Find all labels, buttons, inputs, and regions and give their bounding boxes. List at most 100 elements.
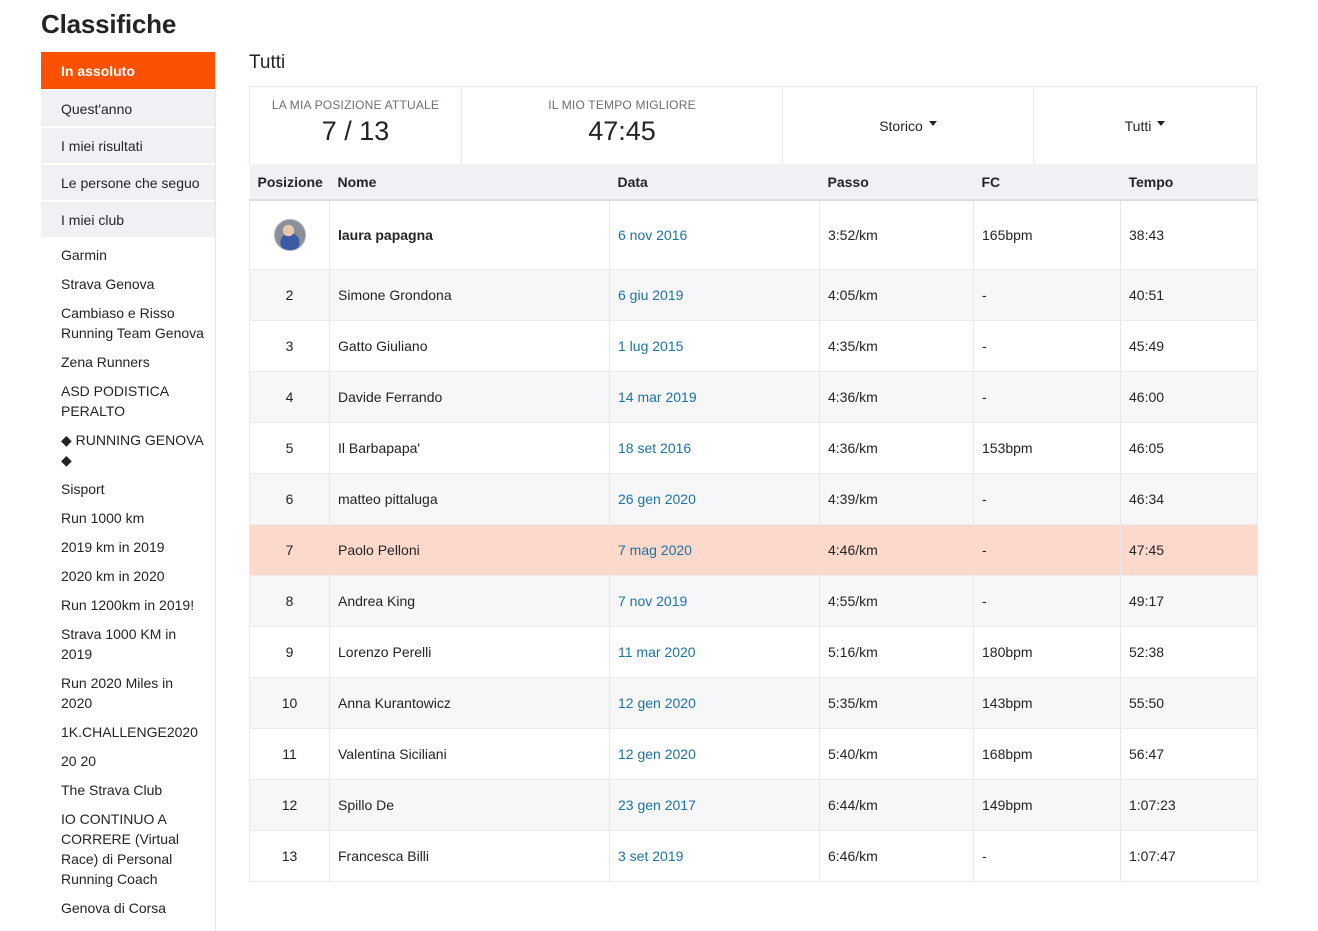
- athlete-name[interactable]: Anna Kurantowicz: [329, 677, 610, 729]
- position-cell: 5: [249, 422, 330, 474]
- sidebar-tab[interactable]: In assoluto: [41, 52, 215, 89]
- date-cell-link[interactable]: 6 nov 2016: [618, 227, 687, 243]
- date-cell: 14 mar 2019: [609, 371, 820, 423]
- position-cell: 6: [249, 473, 330, 525]
- athlete-name[interactable]: Paolo Pelloni: [329, 524, 610, 576]
- date-cell-link[interactable]: 14 mar 2019: [618, 389, 697, 405]
- date-cell-link[interactable]: 1 lug 2015: [618, 338, 683, 354]
- header-pace[interactable]: Passo: [820, 164, 974, 200]
- date-cell-link[interactable]: 12 gen 2020: [618, 695, 696, 711]
- club-item[interactable]: Genova di Corsa: [41, 898, 215, 918]
- athlete-name[interactable]: Francesca Billi: [329, 830, 610, 882]
- athlete-name[interactable]: Spillo De: [329, 779, 610, 831]
- leaderboard-table: Posizione Nome Data Passo FC Tempo laura…: [249, 164, 1258, 882]
- club-item[interactable]: ◆ RUNNING GENOVA ◆: [41, 430, 215, 470]
- date-cell-link[interactable]: 23 gen 2017: [618, 797, 696, 813]
- date-cell: 6 giu 2019: [609, 269, 820, 321]
- club-item[interactable]: Strava Genova: [41, 274, 215, 294]
- club-item[interactable]: Run 1200km in 2019!: [41, 595, 215, 615]
- date-cell: 12 gen 2020: [609, 728, 820, 780]
- filter-dropdown[interactable]: Tutti: [1034, 87, 1256, 164]
- history-dropdown-label: Storico: [879, 117, 923, 134]
- athlete-name[interactable]: Il Barbapapa': [329, 422, 610, 474]
- position-cell: 7: [249, 524, 330, 576]
- header-date[interactable]: Data: [610, 164, 820, 200]
- history-dropdown[interactable]: Storico: [783, 87, 1034, 164]
- club-item[interactable]: 2020 km in 2020: [41, 566, 215, 586]
- hr-cell: -: [973, 269, 1121, 321]
- club-item[interactable]: 1K.CHALLENGE2020: [41, 722, 215, 742]
- athlete-name[interactable]: Simone Grondona: [329, 269, 610, 321]
- table-row: 13 Francesca Billi 3 set 2019 6:46/km -1:07:…: [249, 830, 1258, 882]
- summary-bar: LA MIA POSIZIONE ATTUALE 7 / 13 IL MIO T…: [249, 86, 1257, 164]
- date-cell-link[interactable]: 11 mar 2020: [618, 644, 696, 660]
- hr-cell: -: [973, 575, 1121, 627]
- pace-cell: 4:39/km: [819, 473, 974, 525]
- sidebar-tab[interactable]: Le persone che seguo: [41, 165, 215, 200]
- pace-cell: 5:16/km: [819, 626, 974, 678]
- athlete-name[interactable]: Davide Ferrando: [329, 371, 610, 423]
- club-item[interactable]: Run 1000 km: [41, 508, 215, 528]
- club-item[interactable]: Strava 1000 KM in 2019: [41, 624, 215, 664]
- section-title: Tutti: [249, 52, 286, 73]
- pace-cell: 6:46/km: [819, 830, 974, 882]
- club-item[interactable]: Zena Runners: [41, 352, 215, 372]
- club-item[interactable]: Cambiaso e Risso Running Team Genova: [41, 303, 215, 343]
- table-row: 6 matteo pittaluga 26 gen 2020 4:39/km -46:3…: [249, 473, 1258, 525]
- header-name[interactable]: Nome: [330, 164, 610, 200]
- athlete-name[interactable]: Lorenzo Perelli: [329, 626, 610, 678]
- position-cell: 10: [249, 677, 330, 729]
- avatar[interactable]: [273, 218, 306, 251]
- position-cell: 3: [249, 320, 330, 372]
- club-item[interactable]: 2019 km in 2019: [41, 537, 215, 557]
- club-item[interactable]: Garmin: [41, 245, 215, 265]
- club-item[interactable]: Sisport: [41, 479, 215, 499]
- pace-cell: 4:36/km: [819, 371, 974, 423]
- club-item[interactable]: Run 2020 Miles in 2020: [41, 673, 215, 713]
- time-cell: 46:34: [1120, 473, 1258, 525]
- sidebar-tabs: In assoluto Quest'anno I miei risultati Le …: [41, 52, 215, 237]
- hr-cell: 143bpm: [973, 677, 1121, 729]
- hr-cell: -: [973, 524, 1121, 576]
- header-position[interactable]: Posizione: [250, 164, 330, 200]
- pace-cell: 4:55/km: [819, 575, 974, 627]
- date-cell: 18 set 2016: [609, 422, 820, 474]
- position-cell: 2: [249, 269, 330, 321]
- sidebar-tab[interactable]: I miei club: [41, 202, 215, 237]
- athlete-name[interactable]: matteo pittaluga: [329, 473, 610, 525]
- date-cell-link[interactable]: 7 mag 2020: [618, 542, 692, 558]
- date-cell-link[interactable]: 6 giu 2019: [618, 287, 683, 303]
- position-cell: 9: [249, 626, 330, 678]
- header-time[interactable]: Tempo: [1121, 164, 1258, 200]
- date-cell-link[interactable]: 3 set 2019: [618, 848, 683, 864]
- sidebar-tab[interactable]: I miei risultati: [41, 128, 215, 163]
- date-cell-link[interactable]: 18 set 2016: [618, 440, 691, 456]
- athlete-name[interactable]: Valentina Siciliani: [329, 728, 610, 780]
- date-cell-link[interactable]: 7 nov 2019: [618, 593, 687, 609]
- time-cell: 55:50: [1120, 677, 1258, 729]
- current-position-card: LA MIA POSIZIONE ATTUALE 7 / 13: [250, 87, 462, 164]
- pace-cell: 6:44/km: [819, 779, 974, 831]
- header-hr[interactable]: FC: [974, 164, 1121, 200]
- hr-cell: -: [973, 473, 1121, 525]
- hr-cell: 149bpm: [973, 779, 1121, 831]
- pace-cell: 4:05/km: [819, 269, 974, 321]
- club-item[interactable]: The Strava Club: [41, 780, 215, 800]
- current-position-value: 7 / 13: [321, 116, 390, 146]
- club-item[interactable]: ASD PODISTICA PERALTO: [41, 381, 215, 421]
- sidebar-tab[interactable]: Quest'anno: [41, 91, 215, 126]
- main-content: Tutti LA MIA POSIZIONE ATTUALE 7 / 13 IL…: [249, 52, 1258, 882]
- time-cell: 47:45: [1120, 524, 1258, 576]
- time-cell: 38:43: [1120, 200, 1258, 270]
- athlete-name[interactable]: Andrea King: [329, 575, 610, 627]
- hr-cell: 168bpm: [973, 728, 1121, 780]
- club-item[interactable]: IO CONTINUO A CORRERE (Virtual Race) di …: [41, 809, 215, 889]
- athlete-name[interactable]: laura papagna: [329, 200, 610, 270]
- filter-dropdown-label: Tutti: [1124, 117, 1152, 134]
- date-cell: 7 nov 2019: [609, 575, 820, 627]
- athlete-name[interactable]: Gatto Giuliano: [329, 320, 610, 372]
- date-cell-link[interactable]: 26 gen 2020: [618, 491, 696, 507]
- best-time-value: 47:45: [588, 116, 656, 146]
- club-item[interactable]: 20 20: [41, 751, 215, 771]
- date-cell-link[interactable]: 12 gen 2020: [618, 746, 696, 762]
